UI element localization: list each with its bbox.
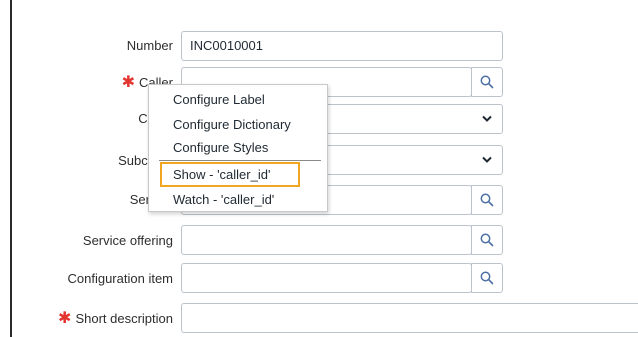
service-lookup-button[interactable] [471, 185, 503, 215]
chevron-down-icon [482, 115, 492, 122]
short-description-label: ✱ Short description [58, 310, 173, 327]
configuration-item-input[interactable] [181, 263, 472, 293]
service-offering-input[interactable] [181, 225, 472, 255]
number-value: INC0010001 [190, 38, 263, 53]
context-menu: Configure Label Configure Dictionary Con… [148, 84, 328, 212]
number-field[interactable]: INC0010001 [181, 31, 503, 61]
menu-item-watch-caller-id[interactable]: Watch - 'caller_id' [173, 192, 274, 208]
configuration-item-label: Configuration item [67, 271, 174, 286]
menu-separator [159, 160, 321, 161]
chevron-down-icon [482, 156, 492, 163]
search-icon [480, 75, 494, 89]
caller-lookup-button[interactable] [471, 67, 503, 97]
menu-item-configure-styles[interactable]: Configure Styles [173, 140, 268, 156]
service-offering-label: Service offering [82, 233, 173, 248]
menu-item-configure-dictionary[interactable]: Configure Dictionary [173, 117, 291, 133]
menu-item-configure-label[interactable]: Configure Label [173, 92, 265, 108]
short-description-required-icon: ✱ [58, 310, 72, 327]
service-offering-lookup-button[interactable] [471, 225, 503, 255]
short-description-input[interactable] [181, 303, 638, 333]
caller-required-icon: ✱ [121, 74, 136, 91]
search-icon [480, 233, 494, 247]
search-icon [480, 271, 494, 285]
menu-item-show-caller-id[interactable]: Show - 'caller_id' [173, 167, 270, 183]
page-left-border [10, 0, 12, 337]
configuration-item-lookup-button[interactable] [471, 263, 503, 293]
number-label: Number [126, 38, 173, 53]
service-label: Ser [129, 192, 150, 207]
search-icon [480, 193, 494, 207]
